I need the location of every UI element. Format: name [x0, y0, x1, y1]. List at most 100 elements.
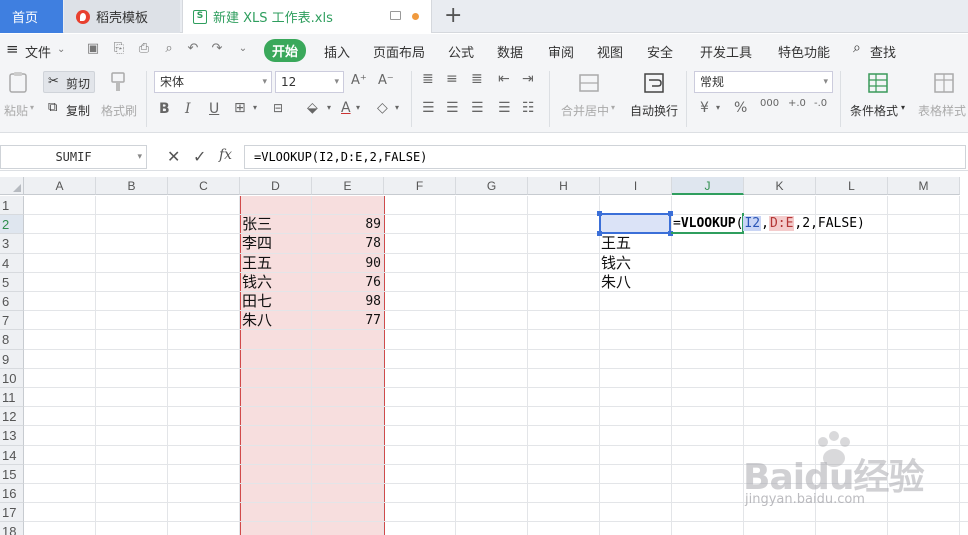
font-grow-icon[interactable]: A⁺ [351, 73, 367, 88]
range-handle[interactable] [597, 211, 602, 216]
copy-icon[interactable]: ⧉ [48, 100, 57, 115]
row-header-9[interactable]: 9 [0, 349, 24, 369]
row-header-1[interactable]: 1 [0, 196, 24, 216]
menu-start[interactable]: 开始 [264, 39, 307, 62]
distributed-align-icon[interactable]: ☷ [522, 100, 535, 116]
row-header-6[interactable]: 6 [0, 292, 24, 312]
wrap-text-label[interactable]: 自动换行 [630, 102, 678, 119]
merge-dropdown-icon[interactable]: ▾ [611, 103, 615, 112]
formula-input[interactable]: =VLOOKUP(I2,D:E,2,FALSE) [244, 145, 966, 169]
paste-icon[interactable] [7, 71, 29, 93]
table-style-label[interactable]: 表格样式 [918, 102, 966, 119]
cell-d5[interactable]: 钱六 [242, 273, 310, 292]
font-name-select[interactable]: 宋体 ▾ [154, 71, 272, 93]
cell-i4[interactable]: 钱六 [601, 254, 669, 273]
italic-button[interactable]: I [185, 101, 191, 117]
increase-decimal-icon[interactable]: +.0 [788, 98, 806, 109]
cell-d6[interactable]: 田七 [242, 292, 310, 311]
row-header-3[interactable]: 3 [0, 234, 24, 254]
new-tab-button[interactable]: + [444, 4, 462, 28]
row-header-13[interactable]: 13 [0, 426, 24, 446]
justify-icon[interactable]: ☰ [498, 100, 511, 116]
menu-data[interactable]: 数据 [497, 42, 523, 61]
column-header-b[interactable]: B [96, 177, 168, 195]
paste-label[interactable]: 粘贴 [4, 102, 28, 119]
merge-center-icon[interactable] [578, 72, 600, 94]
number-format-select[interactable]: 常规 ▾ [694, 71, 833, 93]
cell-d4[interactable]: 王五 [242, 254, 310, 273]
chevron-down-icon[interactable]: ⌄ [57, 44, 65, 55]
align-center-icon[interactable]: ☰ [446, 100, 459, 116]
align-left-icon[interactable]: ☰ [422, 100, 435, 116]
print-preview-icon[interactable]: ⌕ [162, 42, 176, 56]
confirm-formula-icon[interactable]: ✓ [193, 147, 206, 166]
name-box[interactable]: SUMIF ▾ [0, 145, 147, 169]
column-header-a[interactable]: A [24, 177, 96, 195]
clear-eraser-icon[interactable]: ◇ [377, 100, 388, 116]
row-header-10[interactable]: 10 [0, 368, 24, 388]
select-all-corner[interactable] [0, 177, 24, 195]
font-size-select[interactable]: 12 ▾ [275, 71, 344, 93]
decrease-decimal-icon[interactable]: -.0 [814, 98, 827, 109]
row-header-2[interactable]: 2 [0, 215, 24, 235]
column-header-l[interactable]: L [816, 177, 888, 195]
monitor-icon[interactable] [390, 11, 401, 20]
font-shrink-icon[interactable]: A⁻ [378, 73, 394, 88]
range-handle[interactable] [597, 231, 602, 236]
bold-button[interactable]: B [159, 101, 170, 117]
currency-icon[interactable]: ¥ [700, 100, 709, 116]
menu-security[interactable]: 安全 [647, 42, 673, 61]
fill-color-dropdown-icon[interactable]: ▾ [327, 103, 331, 112]
menu-insert[interactable]: 插入 [324, 42, 350, 61]
cell-d2[interactable]: 张三 [242, 215, 310, 234]
row-header-16[interactable]: 16 [0, 484, 24, 504]
cell-d3[interactable]: 李四 [242, 234, 310, 253]
cell-i3[interactable]: 王五 [601, 234, 669, 253]
cell-e3[interactable]: 78 [313, 234, 381, 253]
underline-button[interactable]: U [209, 101, 219, 117]
menu-file[interactable]: 文件 [25, 42, 51, 61]
cell-e2[interactable]: 89 [313, 215, 381, 234]
row-header-11[interactable]: 11 [0, 388, 24, 408]
column-header-j[interactable]: J [672, 177, 744, 195]
column-header-c[interactable]: C [168, 177, 240, 195]
border-icon[interactable]: ⊞ [234, 100, 246, 116]
font-color-icon[interactable]: A [341, 100, 351, 116]
indent-decrease-icon[interactable]: ⇤ [498, 71, 510, 87]
row-header-8[interactable]: 8 [0, 330, 24, 350]
align-middle-icon[interactable]: ≡ [446, 71, 458, 87]
menu-formula[interactable]: 公式 [448, 42, 474, 61]
tab-template[interactable]: 稻壳模板 [64, 0, 180, 33]
thousands-icon[interactable]: 000 [760, 98, 779, 109]
indent-increase-icon[interactable]: ⇥ [522, 71, 534, 87]
menu-search[interactable]: 查找 [870, 42, 896, 61]
format-painter-label[interactable]: 格式刷 [101, 102, 137, 119]
redo-icon[interactable]: ↷ [210, 42, 224, 56]
menu-review[interactable]: 审阅 [548, 42, 574, 61]
hamburger-icon[interactable]: ≡ [6, 40, 19, 58]
insert-function-icon[interactable]: fx [219, 147, 232, 163]
row-header-5[interactable]: 5 [0, 272, 24, 292]
quick-access-more-icon[interactable]: ⌄ [236, 42, 250, 56]
currency-dropdown-icon[interactable]: ▾ [716, 103, 720, 112]
percent-icon[interactable]: % [734, 100, 747, 116]
menu-features[interactable]: 特色功能 [778, 42, 830, 61]
column-header-g[interactable]: G [456, 177, 528, 195]
font-color-dropdown-icon[interactable]: ▾ [356, 103, 360, 112]
border-dropdown-icon[interactable]: ▾ [253, 103, 257, 112]
row-header-4[interactable]: 4 [0, 253, 24, 273]
clear-dropdown-icon[interactable]: ▾ [395, 103, 399, 112]
cell-i5[interactable]: 朱八 [601, 273, 669, 292]
undo-icon[interactable]: ↶ [186, 42, 200, 56]
conditional-format-icon[interactable] [867, 72, 889, 94]
cell-e4[interactable]: 90 [313, 254, 381, 273]
align-bottom-icon[interactable]: ≣ [471, 71, 483, 87]
tab-home[interactable]: 首页 [0, 0, 63, 33]
menu-page-layout[interactable]: 页面布局 [373, 42, 425, 61]
column-header-f[interactable]: F [384, 177, 456, 195]
cell-e7[interactable]: 77 [313, 311, 381, 330]
column-header-i[interactable]: I [600, 177, 672, 195]
export-pdf-icon[interactable]: ⎘ [112, 42, 126, 56]
column-header-m[interactable]: M [888, 177, 960, 195]
wrap-text-icon[interactable] [643, 72, 665, 94]
